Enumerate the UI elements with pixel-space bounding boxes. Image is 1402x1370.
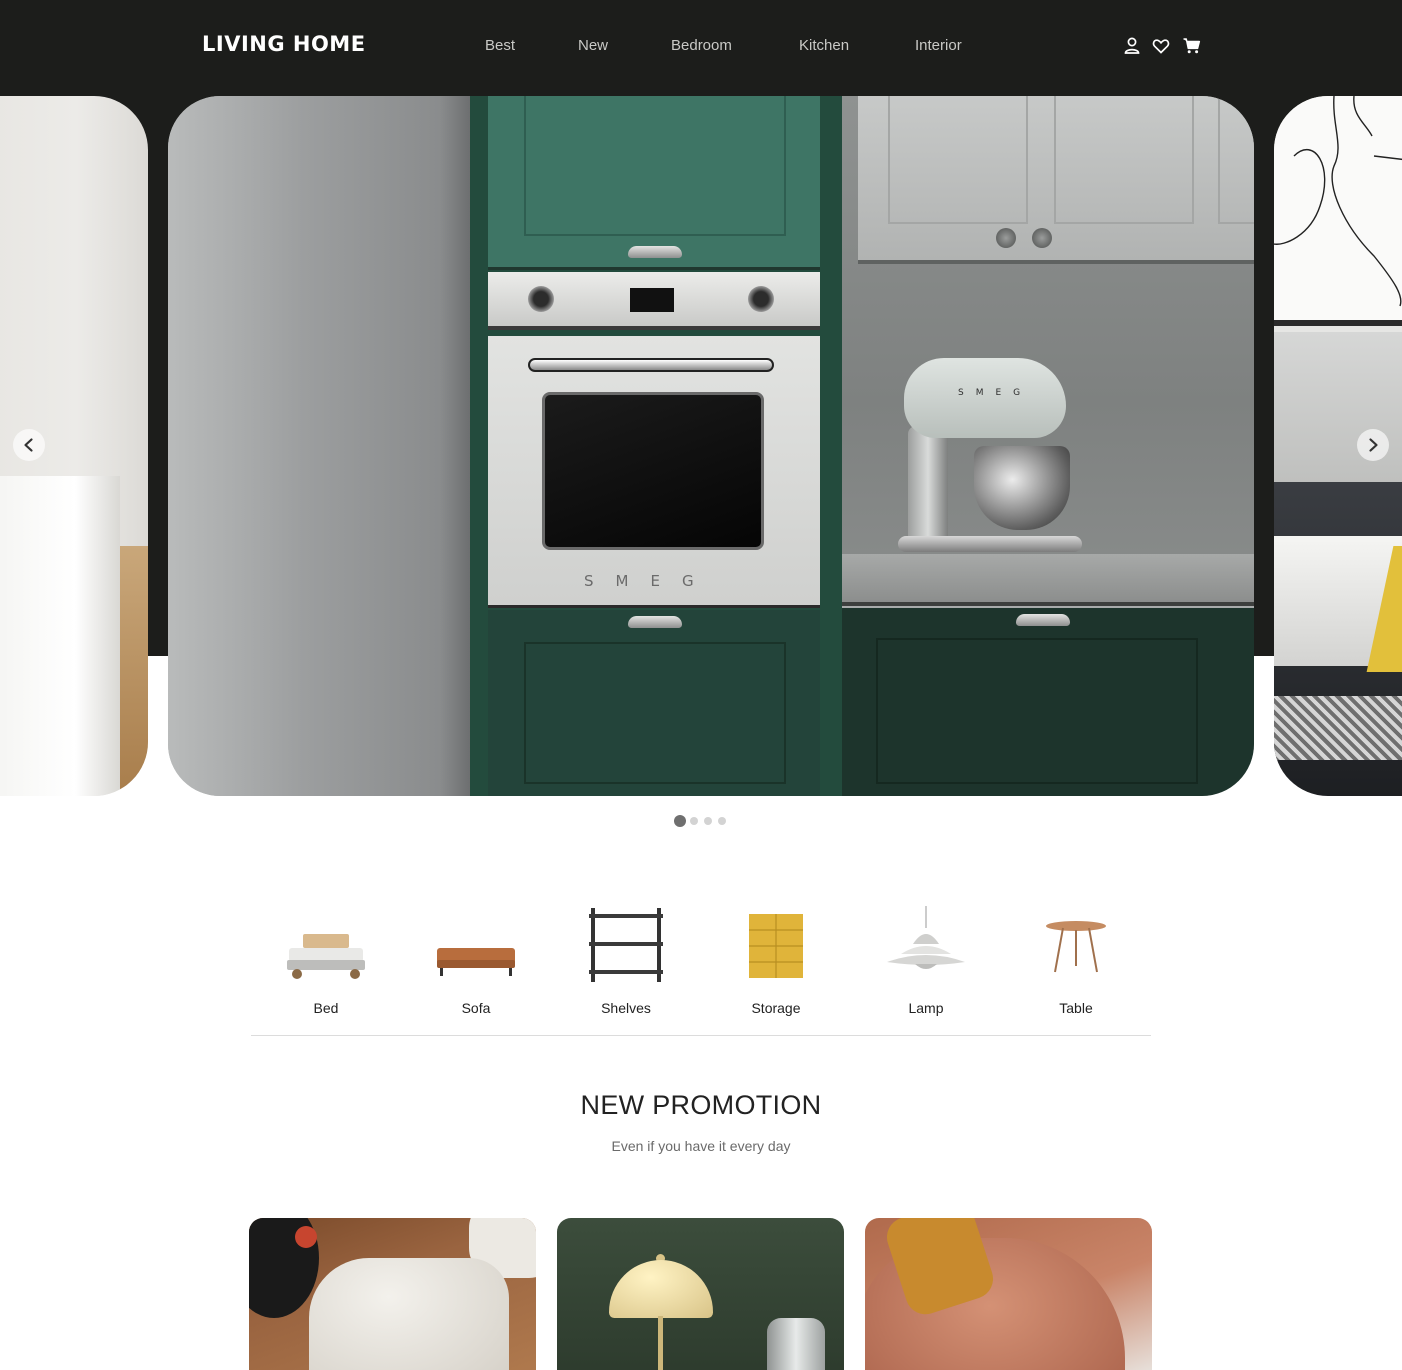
mixer-brand-text: SMEG [958, 388, 1033, 398]
cart-icon[interactable] [1182, 36, 1202, 56]
cabinet-knob [996, 228, 1016, 248]
upper-grey-cabinet [858, 96, 1254, 264]
cabinet-door-panel [1054, 96, 1194, 224]
oven-handle [528, 358, 774, 372]
white-cabinet-image [0, 476, 120, 796]
storage-icon [731, 904, 821, 984]
line-art-drawing [1274, 96, 1402, 307]
user-icon[interactable] [1122, 36, 1142, 56]
chevron-right-icon [1369, 438, 1378, 452]
slider-dot-4[interactable] [718, 817, 726, 825]
lower-dark-cabinet [842, 608, 1254, 796]
cabinet-door-panel [888, 96, 1028, 224]
lower-green-cabinet [488, 610, 820, 796]
category-label: Lamp [908, 1000, 944, 1016]
section-title: NEW PROMOTION [580, 1090, 822, 1120]
category-label: Storage [751, 1000, 801, 1016]
apple-image [295, 1226, 317, 1248]
fridge-panel-image [168, 96, 470, 796]
category-list: Bed Sofa Shelves Storage Lamp Table [251, 896, 1151, 1038]
mixer-base [898, 536, 1082, 552]
mushroom-lamp-image [609, 1260, 713, 1318]
cabinet-door-panel [524, 642, 786, 784]
oven-knob [528, 286, 554, 312]
oven-knob [748, 286, 774, 312]
chevron-left-icon [24, 438, 33, 452]
stand-mixer-image [904, 358, 1066, 438]
heart-icon[interactable] [1151, 36, 1171, 56]
line-art-frame-image [1274, 96, 1402, 326]
lamp-icon [881, 904, 971, 984]
category-sofa[interactable]: Sofa [401, 896, 551, 1036]
slider-prev-button[interactable] [13, 429, 45, 461]
category-storage[interactable]: Storage [701, 896, 851, 1036]
nav-interior[interactable]: Interior [915, 37, 962, 54]
cabinet-knob [1032, 228, 1052, 248]
upper-green-cabinet [488, 96, 820, 270]
boucle-chair-image [309, 1258, 509, 1370]
wood-floor-image [120, 546, 148, 796]
site-header: LIVING HOME Best New Bedroom Kitchen Int… [0, 0, 1402, 92]
mixer-bowl [974, 446, 1070, 530]
oven-brand-text: SMEG [584, 572, 716, 590]
slider-dot-2[interactable] [690, 817, 698, 825]
sofa-icon [431, 904, 521, 984]
category-label: Shelves [601, 1000, 651, 1016]
cabinet-handle [1016, 614, 1070, 626]
category-lamp[interactable]: Lamp [851, 896, 1001, 1036]
promo-card[interactable] [249, 1218, 536, 1370]
category-label: Sofa [461, 1000, 491, 1016]
category-shelves[interactable]: Shelves [551, 896, 701, 1036]
oven-image: SMEG [488, 336, 820, 608]
shelves-icon [581, 904, 671, 984]
category-label: Bed [313, 1000, 339, 1016]
cabinet-door-panel [1218, 96, 1254, 224]
cabinet-handle [628, 616, 682, 628]
slider-dot-3[interactable] [704, 817, 712, 825]
category-table[interactable]: Table [1001, 896, 1151, 1036]
oven-window [542, 392, 764, 550]
category-bed[interactable]: Bed [251, 896, 401, 1036]
promo-card[interactable] [865, 1218, 1152, 1370]
oven-control-strip [488, 272, 820, 330]
slider-dot-1[interactable] [674, 815, 686, 827]
nav-bedroom[interactable]: Bedroom [671, 37, 732, 54]
slide-current[interactable]: SMEG SMEG [168, 96, 1254, 796]
countertop [842, 554, 1254, 606]
cabinet-door-panel [524, 96, 786, 236]
slider-next-button[interactable] [1357, 429, 1389, 461]
section-subtitle: Even if you have it every day [611, 1138, 791, 1154]
nav-best[interactable]: Best [485, 37, 515, 54]
teapot-image [767, 1318, 825, 1370]
cabinet-door-panel [876, 638, 1198, 784]
slider-pagination [674, 815, 734, 827]
promo-card[interactable] [557, 1218, 844, 1370]
cabinet-handle [628, 246, 682, 258]
category-label: Table [1059, 1000, 1093, 1016]
bed-icon [281, 904, 371, 984]
oven-display [630, 288, 674, 312]
header-actions [1122, 36, 1206, 56]
mixer-stand [908, 426, 948, 546]
plaid-blanket-image [1274, 696, 1402, 760]
table-icon [1031, 904, 1121, 984]
nav-new[interactable]: New [578, 37, 608, 54]
bedroom-wall-image [1274, 332, 1402, 482]
nav-kitchen[interactable]: Kitchen [799, 37, 849, 54]
lamp-stem-image [658, 1316, 663, 1370]
